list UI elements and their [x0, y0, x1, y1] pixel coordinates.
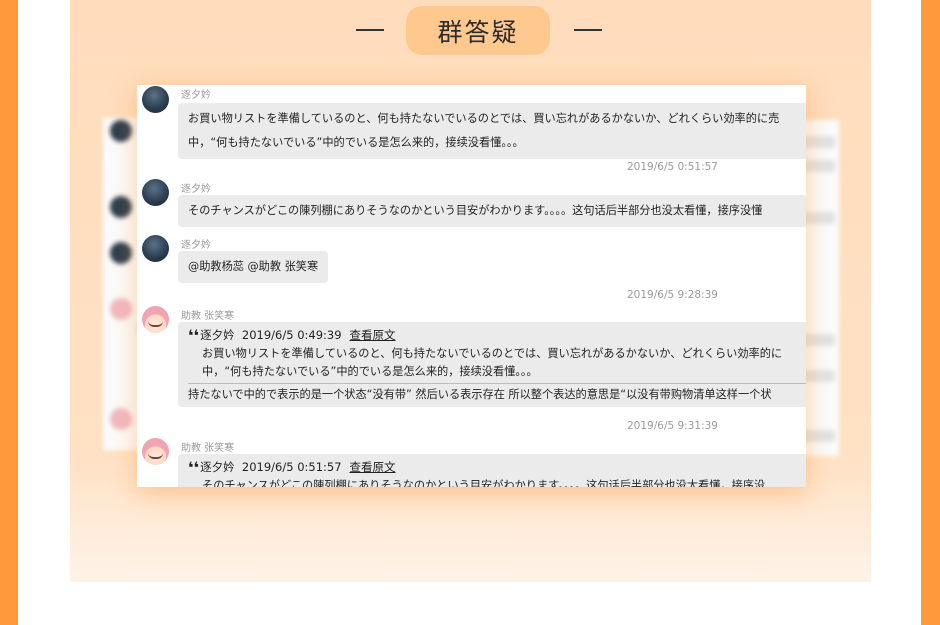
timestamp: 2019/6/5 9:28:39 — [627, 289, 718, 301]
quoted-text: お買い物リストを準備しているのと、何も持たないでいるのとでは、買い忘れがあるかな… — [202, 347, 783, 378]
dark-photo-avatar[interactable] — [142, 179, 169, 206]
reply-text: 持たないで中的で表示的是一个状态“没有带” 然后いる表示存在 所以整个表达的意思… — [188, 388, 772, 401]
dark-photo-avatar[interactable] — [142, 86, 169, 113]
section-title: 群答疑 — [406, 6, 550, 55]
sender-name: 逐夕妗 — [181, 184, 211, 195]
quote-header: ❛❛逐夕妗 2019/6/5 0:51:57 查看原文 — [188, 458, 396, 477]
quote-mark-icon: ❛❛ — [188, 458, 200, 477]
reply-bubble: ❛❛逐夕妗 2019/6/5 0:49:39 查看原文 お買い物リストを準備してい… — [178, 322, 806, 407]
view-original-link[interactable]: 查看原文 — [350, 328, 396, 342]
reply-bubble: ❛❛逐夕妗 2019/6/5 0:51:57 查看原文 そのチャンスがどこの陳列棚… — [178, 454, 806, 487]
pink-cartoon-avatar[interactable] — [142, 306, 169, 333]
quoted-text: そのチャンスがどこの陳列棚にありそうなのかという目安がわかります。。。。这句话后… — [202, 479, 766, 487]
title-dash-left — [356, 29, 384, 31]
message-bubble: そのチャンスがどこの陳列棚にありそうなのかという目安がわかります。。。。这句话后… — [178, 195, 806, 227]
quote-header: ❛❛逐夕妗 2019/6/5 0:49:39 查看原文 — [188, 326, 396, 345]
dark-photo-avatar[interactable] — [142, 235, 169, 262]
sender-name: 逐夕妗 — [181, 90, 211, 101]
sender-name: 逐夕妗 — [181, 240, 211, 251]
timestamp: 2019/6/5 9:31:39 — [627, 420, 718, 432]
quote-mark-icon: ❛❛ — [188, 326, 200, 345]
sender-name: 助教 张笑寒 — [181, 443, 235, 454]
view-original-link[interactable]: 查看原文 — [350, 460, 396, 474]
title-dash-right — [574, 29, 602, 31]
timestamp: 2019/6/5 0:51:57 — [627, 161, 718, 173]
sender-name: 助教 张笑寒 — [181, 311, 235, 322]
chat-window[interactable]: 逐夕妗 お買い物リストを準備しているのと、何も持たないでいるのとでは、買い忘れが… — [137, 85, 806, 487]
pink-cartoon-avatar[interactable] — [142, 438, 169, 465]
message-bubble: お買い物リストを準備しているのと、何も持たないでいるのとでは、買い忘れがあるかな… — [178, 103, 806, 159]
message-bubble: @助教杨蕊 @助教 张笑寒 — [178, 251, 329, 283]
quote-divider — [188, 383, 806, 384]
